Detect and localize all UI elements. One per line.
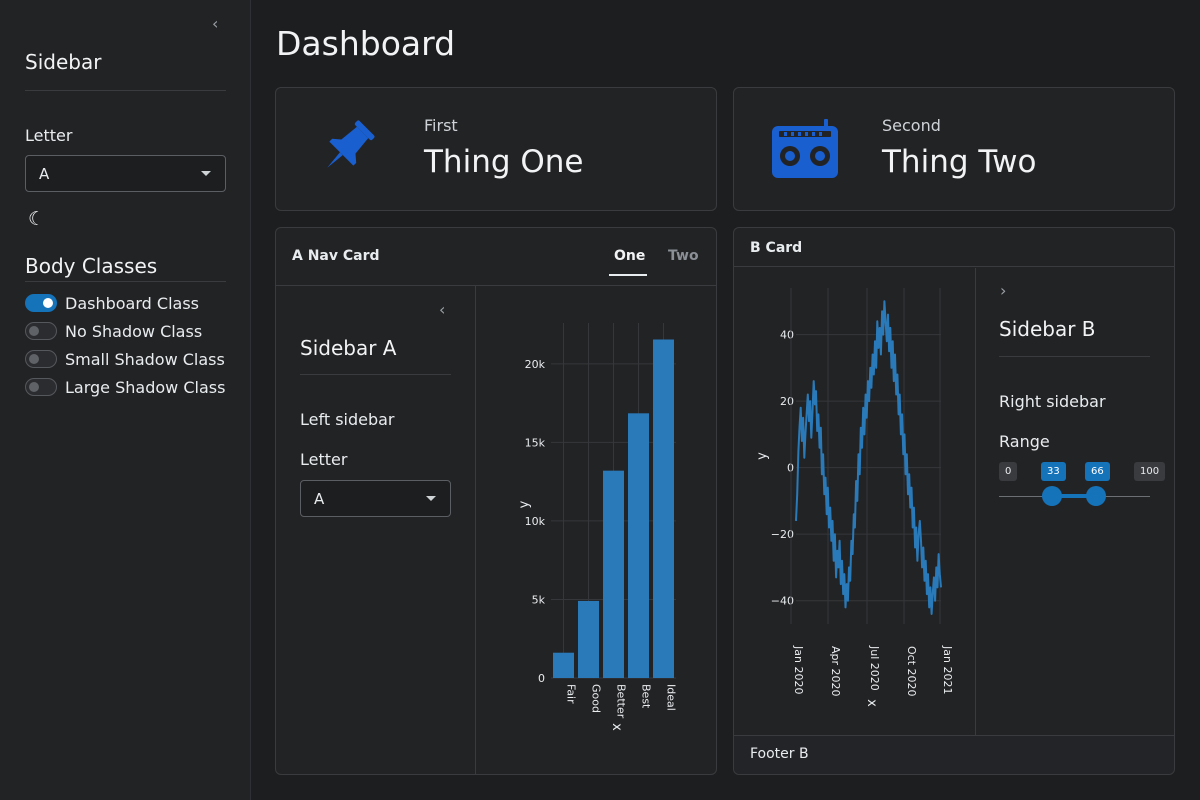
value-box-value: Thing Two [882,144,1037,180]
bar-chart: 0 5k 10k 15k 20k Fair Good Better Best Ideal y x [517,323,678,731]
boombox-icon [772,119,838,178]
x-tick-label: Ideal [665,684,678,711]
x-tick-label: Jan 2020 [792,645,805,694]
sidebar-b-title: Sidebar B [999,317,1096,341]
sidebar-b-text: Right sidebar [999,392,1106,411]
card-b-footer: Footer B [734,735,1174,774]
letter-select-value: A [39,165,50,183]
y-tick-label: 20k [525,358,546,371]
card-b-footer-text: Footer B [750,746,809,762]
value-box-second: Second Thing Two [733,87,1175,211]
bar[interactable] [628,413,649,678]
page-title: Dashboard [276,24,456,63]
sidebar-divider [25,90,226,91]
y-tick-label: 40 [780,329,794,342]
chevron-right-icon[interactable]: › [1000,281,1006,300]
x-tick-label: Jul 2020 [868,645,881,691]
active-tab-indicator [609,274,647,276]
toggle-no-shadow-class[interactable]: No Shadow Class [25,320,202,342]
y-tick-label: 20 [780,395,794,408]
card-b-header: B Card [734,228,1174,267]
nav-card-header: A Nav Card One Two [276,228,716,286]
y-axis-label: y [517,500,532,508]
line-series[interactable] [795,300,942,615]
value-box-value: Thing One [424,144,584,180]
toggle-switch[interactable] [25,350,57,368]
app-sidebar: ‹ Sidebar Letter A ☾ Body Classes Dashbo… [0,0,251,800]
x-tick-label: Best [640,684,653,709]
sidebar-a-divider [300,374,451,375]
moon-icon[interactable]: ☾ [28,208,45,230]
x-axis-label: x [609,723,624,731]
letter-label: Letter [25,126,73,145]
tab-one[interactable]: One [614,248,645,264]
y-tick-label: 0 [538,672,545,685]
x-tick-label: Fair [565,684,578,704]
nav-card-a: A Nav Card One Two ‹ Sidebar A Left side… [275,227,717,775]
range-handle-to[interactable] [1086,486,1106,506]
range-to-tag: 66 [1085,462,1110,481]
sidebar-a-letter-label: Letter [300,450,348,469]
toggle-dashboard-class[interactable]: Dashboard Class [25,292,199,314]
y-tick-label: 5k [532,593,546,606]
line-chart: −40−2002040Jan 2020Apr 2020Jul 2020Oct 2… [755,288,954,707]
x-tick-label: Better [615,684,628,719]
y-axis-label: y [755,452,770,460]
sidebar-title: Sidebar [25,50,102,74]
x-axis-label: x [864,699,879,707]
range-max-tag: 100 [1134,462,1166,481]
toggle-label: Small Shadow Class [65,349,225,369]
x-tick-label: Good [590,684,603,713]
value-box-first: First Thing One [275,87,717,211]
pushpin-icon [327,120,375,168]
y-tick-label: 10k [525,515,546,528]
toggle-large-shadow-class[interactable]: Large Shadow Class [25,376,225,398]
range-label: Range [999,432,1050,451]
sidebar-a-letter-select[interactable]: A [300,480,451,517]
toggle-label: Dashboard Class [65,293,199,313]
sidebar-a-text: Left sidebar [300,410,395,429]
chevron-left-icon[interactable]: ‹ [212,14,218,33]
sidebar-b-border [975,268,976,736]
toggle-switch[interactable] [25,294,57,312]
x-tick-label: Oct 2020 [905,646,918,697]
sidebar-a-title: Sidebar A [300,336,397,360]
sidebar-b-divider [999,356,1150,357]
bar[interactable] [603,470,624,678]
tab-two[interactable]: Two [668,248,699,264]
toggle-switch[interactable] [25,322,57,340]
chevron-left-icon[interactable]: ‹ [439,300,445,319]
card-b: B Card −40−2002040Jan 2020Apr 2020Jul 20… [733,227,1175,775]
x-tick-label: Apr 2020 [829,646,842,697]
card-b-title: B Card [750,240,803,256]
toggle-label: Large Shadow Class [65,377,226,397]
toggle-label: No Shadow Class [65,321,203,341]
range-min-tag: 0 [999,462,1018,481]
value-box-label: Second [882,116,941,135]
toggle-switch[interactable] [25,378,57,396]
value-box-label: First [424,116,458,135]
bar[interactable] [653,339,674,678]
range-handle-from[interactable] [1042,486,1062,506]
x-tick-label: Jan 2021 [941,645,954,694]
caret-down-icon [201,171,211,176]
toggle-small-shadow-class[interactable]: Small Shadow Class [25,348,225,370]
nav-card-title: A Nav Card [292,248,380,264]
letter-select[interactable]: A [25,155,226,192]
y-tick-label: 15k [525,436,546,449]
body-classes-divider [25,281,226,282]
letter-select-value: A [314,490,325,508]
range-from-tag: 33 [1041,462,1066,481]
bar[interactable] [553,652,574,678]
bar[interactable] [578,600,599,678]
body-classes-title: Body Classes [25,254,158,278]
caret-down-icon [426,496,436,501]
